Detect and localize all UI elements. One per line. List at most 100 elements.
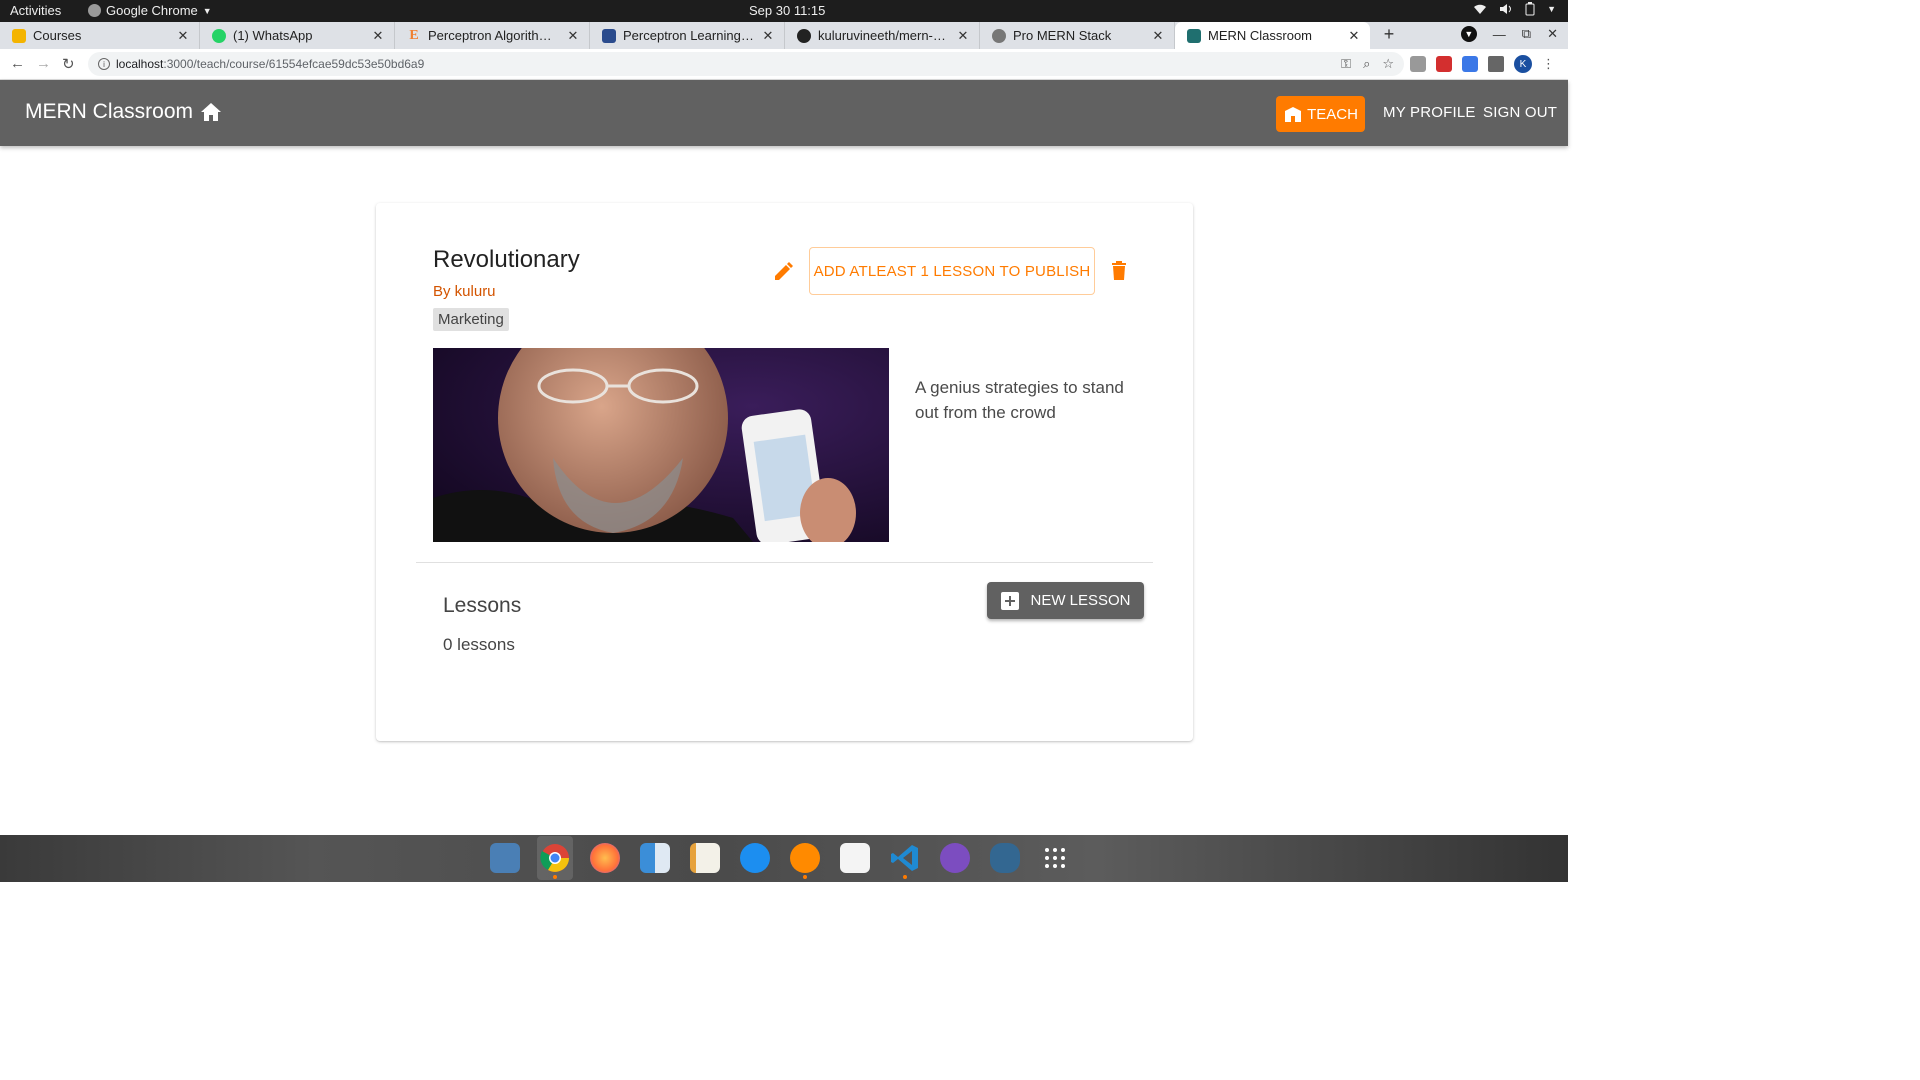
- teach-button[interactable]: TEACH: [1276, 96, 1365, 132]
- tab-search-icon[interactable]: ▼: [1460, 26, 1477, 42]
- close-tab-icon[interactable]: ✕: [565, 28, 581, 44]
- tab-perceptron-algorithm[interactable]: E Perceptron Algorithm - an ✕: [395, 22, 590, 49]
- reload-icon[interactable]: ↻: [62, 55, 75, 73]
- finder-app-icon[interactable]: [637, 836, 673, 880]
- lessons-title: Lessons: [443, 594, 522, 617]
- add-box-icon: [1001, 591, 1020, 610]
- app-grid-icon[interactable]: [1037, 836, 1073, 880]
- tab-whatsapp[interactable]: (1) WhatsApp ✕: [200, 22, 395, 49]
- close-tab-icon[interactable]: ✕: [955, 28, 971, 44]
- back-icon[interactable]: ←: [10, 55, 25, 72]
- restore-icon[interactable]: ⧉: [1522, 26, 1531, 42]
- tab-pro-mern[interactable]: Pro MERN Stack ✕: [980, 22, 1175, 49]
- blue-extension-icon[interactable]: [1462, 56, 1478, 72]
- tab-title: kuluruvineeth/mern-class: [818, 28, 949, 43]
- close-window-icon[interactable]: ✕: [1547, 26, 1558, 42]
- activities-button[interactable]: Activities: [10, 3, 61, 18]
- publish-button[interactable]: ADD ATLEAST 1 LESSON TO PUBLISH: [809, 247, 1095, 295]
- volume-icon: [1500, 4, 1512, 14]
- close-tab-icon[interactable]: ✕: [1150, 28, 1166, 44]
- notes-app-icon[interactable]: [837, 836, 873, 880]
- edit-icon[interactable]: [773, 260, 795, 282]
- new-tab-button[interactable]: +: [1376, 24, 1402, 46]
- my-profile-link[interactable]: MY PROFILE: [1383, 104, 1476, 121]
- lessons-count: 0 lessons: [443, 635, 515, 654]
- close-tab-icon[interactable]: ✕: [175, 28, 191, 44]
- tab-courses[interactable]: Courses ✕: [0, 22, 200, 49]
- course-photo: [433, 348, 889, 542]
- close-tab-icon[interactable]: ✕: [1346, 28, 1362, 44]
- github-favicon-icon: [797, 28, 811, 43]
- e-favicon-icon: E: [409, 27, 419, 43]
- puzzle-extensions-icon[interactable]: [1488, 56, 1504, 72]
- window-controls: ▼ — ⧉ ✕: [1460, 26, 1558, 42]
- tab-github[interactable]: kuluruvineeth/mern-class ✕: [785, 22, 980, 49]
- profile-avatar[interactable]: K: [1514, 55, 1532, 73]
- delete-icon[interactable]: [1111, 261, 1127, 281]
- tab-perceptron-learning[interactable]: Perceptron Learning Algo ✕: [590, 22, 785, 49]
- camera-extension-icon[interactable]: [1410, 56, 1426, 72]
- chrome-icon: [88, 4, 101, 17]
- zoom-icon[interactable]: ⌕: [1363, 56, 1370, 72]
- url-host: localhost: [116, 57, 164, 71]
- globe-favicon-icon: [992, 28, 1006, 43]
- app-menu[interactable]: Google Chrome ▼: [88, 3, 212, 18]
- tab-title: (1) WhatsApp: [233, 28, 313, 43]
- forward-icon[interactable]: →: [36, 55, 51, 72]
- vscode-app-icon[interactable]: [887, 836, 923, 880]
- dock: [487, 836, 1073, 880]
- caret-down-icon: ▼: [202, 5, 212, 16]
- new-lesson-label: NEW LESSON: [1030, 592, 1131, 609]
- battery-icon: [1525, 2, 1535, 16]
- course-author[interactable]: By kuluru: [433, 283, 496, 300]
- course-title: Revolutionary: [433, 246, 580, 273]
- app-menu-label: Google Chrome: [106, 3, 198, 18]
- tab-title: Courses: [33, 28, 82, 43]
- document-favicon-icon: [602, 28, 616, 43]
- system-top-bar: Activities Google Chrome ▼ Sep 30 11:15 …: [0, 0, 1568, 22]
- url-path: :3000/teach/course/61554efcae59dc53e50bd…: [163, 57, 425, 71]
- red-extension-icon[interactable]: [1436, 56, 1452, 72]
- tab-mern-classroom[interactable]: MERN Classroom ✕: [1175, 22, 1370, 49]
- app-store-icon[interactable]: [737, 836, 773, 880]
- extensions-area: K ⋮: [1410, 55, 1555, 73]
- whatsapp-favicon-icon: [212, 28, 226, 43]
- github-desktop-app-icon[interactable]: [937, 836, 973, 880]
- running-indicator: [553, 875, 557, 879]
- key-icon[interactable]: ⚿: [1341, 56, 1351, 72]
- close-tab-icon[interactable]: ✕: [760, 28, 776, 44]
- chrome-menu-icon[interactable]: ⋮: [1542, 56, 1555, 72]
- mern-favicon-icon: [1187, 28, 1201, 43]
- clock[interactable]: Sep 30 11:15: [749, 3, 825, 18]
- app-bar: MERN Classroom TEACH MY PROFILE SIGN OUT: [0, 80, 1568, 146]
- courses-favicon-icon: [12, 28, 26, 43]
- address-bar[interactable]: i localhost:3000/teach/course/61554efcae…: [88, 52, 1404, 76]
- chrome-app-icon[interactable]: [537, 836, 573, 880]
- new-lesson-button[interactable]: NEW LESSON: [987, 582, 1144, 619]
- firefox-app-icon[interactable]: [587, 836, 623, 880]
- tab-title: MERN Classroom: [1208, 28, 1313, 43]
- tab-title: Perceptron Learning Algo: [623, 28, 754, 43]
- course-description: A genius strategies to stand out from th…: [915, 378, 1124, 422]
- school-icon: [1285, 107, 1302, 122]
- caret-down-icon: ▼: [1547, 4, 1556, 14]
- system-tray[interactable]: ▼: [1473, 2, 1556, 16]
- running-indicator: [803, 875, 807, 879]
- bookmark-star-icon[interactable]: ☆: [1382, 56, 1394, 72]
- divider: [416, 562, 1153, 563]
- screenshot-app-icon[interactable]: [487, 836, 523, 880]
- running-indicator: [903, 875, 907, 879]
- text-editor-app-icon[interactable]: [687, 836, 723, 880]
- home-icon[interactable]: [200, 102, 222, 122]
- tab-title: Perceptron Algorithm - an: [428, 28, 559, 43]
- course-card: Revolutionary By kuluru Marketing ADD AT…: [376, 203, 1193, 741]
- close-tab-icon[interactable]: ✕: [370, 28, 386, 44]
- minimize-icon[interactable]: —: [1493, 27, 1506, 42]
- postgresql-app-icon[interactable]: [987, 836, 1023, 880]
- site-info-icon[interactable]: i: [98, 58, 110, 70]
- tab-strip: Courses ✕ (1) WhatsApp ✕ E Perceptron Al…: [0, 22, 1568, 49]
- brand-title: MERN Classroom: [25, 100, 194, 123]
- books-app-icon[interactable]: [787, 836, 823, 880]
- sign-out-link[interactable]: SIGN OUT: [1483, 104, 1557, 121]
- teach-label: TEACH: [1307, 105, 1358, 123]
